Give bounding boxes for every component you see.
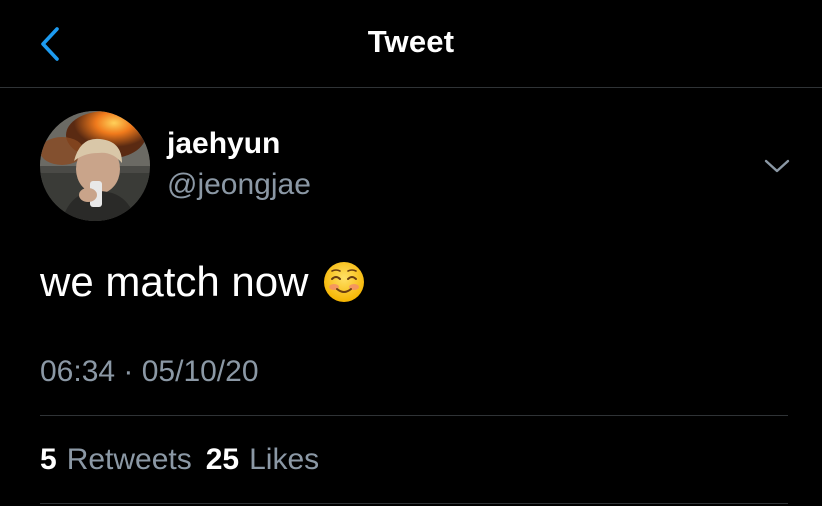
top-nav-bar: Tweet [0, 0, 822, 88]
retweets-label: Retweets [66, 443, 192, 476]
likes-count: 25 [205, 443, 240, 476]
page-title: Tweet [367, 24, 455, 59]
smiling-face-icon [324, 262, 365, 302]
tweet-timestamp[interactable]: 06:34 · 05/10/20 [40, 354, 259, 390]
tweet-options-button[interactable] [757, 148, 797, 184]
retweets-count: 5 [40, 443, 57, 476]
avatar[interactable] [40, 111, 150, 221]
divider [40, 415, 788, 416]
tweet-text-content: we match now [40, 258, 309, 305]
likes-label: Likes [249, 443, 320, 476]
likes-stat[interactable]: 25 Likes [206, 442, 319, 478]
chevron-down-icon [764, 159, 790, 173]
avatar-photo [40, 111, 150, 221]
divider [40, 503, 788, 504]
author-handle[interactable]: @jeongjae [167, 167, 311, 203]
author-display-name[interactable]: jaehyun [167, 126, 280, 162]
tweet-stats: 5 Retweets 25 Likes [40, 442, 319, 478]
tweet-detail-screen: Tweet jaehyun @jeongjae we match now 06:… [0, 0, 822, 506]
retweets-stat[interactable]: 5 Retweets [40, 442, 192, 478]
tweet-text: we match now [40, 256, 366, 308]
